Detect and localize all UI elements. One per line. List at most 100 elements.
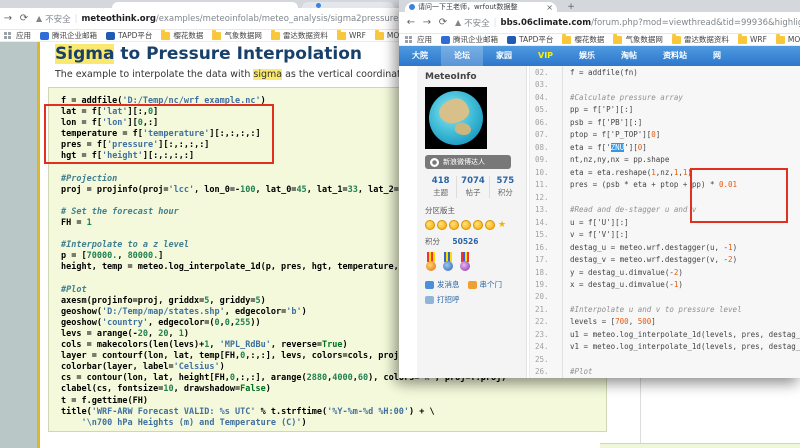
line-number: 16. [530, 243, 562, 255]
right-address-bar[interactable]: ▲ 不安全 | bbs.06climate.com /forum.php?mod… [455, 17, 800, 29]
left-bookmark-1[interactable]: 腾讯企业邮箱 [40, 30, 97, 41]
intro-pre: The example to interpolate the data with [55, 69, 253, 80]
right-toolbar: ← → ⟳ ▲ 不安全 | bbs.06climate.com /forum.p… [399, 12, 800, 34]
line-content: #Plot [562, 367, 800, 378]
bookmark-label: 樱花数据 [173, 30, 203, 41]
forum-code-line-25: 25. [530, 355, 800, 367]
ribbon-medals [425, 252, 518, 272]
author-sidebar: MeteoInfo 新浪微博达人 418主题7074帖子575积分 分区版主 ★… [417, 66, 527, 378]
right-active-tab[interactable]: 请问一下王老师，wrfout数据整 × [405, 2, 557, 12]
weibo-badge-label: 新浪微博达人 [443, 157, 485, 167]
stat-帖子[interactable]: 7074帖子 [457, 176, 489, 198]
forum-code-line-24: 24.v1 = meteo.log_interpolate_1d(levels,… [530, 342, 800, 354]
line-content: levels = [700, 500] [562, 317, 800, 329]
nav-item-2[interactable]: 家园 [483, 46, 525, 66]
line-content [562, 80, 800, 92]
nav-item-3[interactable]: VIP [525, 46, 566, 66]
back-icon[interactable]: ← [403, 17, 419, 28]
visit-home-link[interactable]: 串个门 [468, 279, 503, 290]
line-number: 03. [530, 80, 562, 92]
line-content: f = addfile(fn) [562, 68, 800, 80]
line-number: 06. [530, 118, 562, 130]
line-number: 17. [530, 255, 562, 267]
right-bookmark-4[interactable]: 气象数据网 [613, 34, 663, 45]
line-number: 13. [530, 205, 562, 217]
tab-close-icon[interactable]: × [546, 3, 553, 12]
line-number: 14. [530, 218, 562, 230]
right-bookmark-1[interactable]: 腾讯企业邮箱 [441, 34, 498, 45]
folder-icon [672, 36, 681, 44]
user-role: 分区版主 [425, 205, 518, 216]
nav-item-5[interactable]: 淘帖 [608, 46, 650, 66]
forum-code-line-23: 23.u1 = meteo.log_interpolate_1d(levels,… [530, 330, 800, 342]
bookmark-label: 雷达数据资料 [684, 34, 729, 45]
forum-code-line-07: 07.ptop = f['P_TOP'][0] [530, 130, 800, 142]
greet-link[interactable]: 打招呼 [425, 294, 460, 305]
stat-积分[interactable]: 575积分 [490, 176, 521, 198]
line-number: 08. [530, 143, 562, 155]
visit-home-label: 串个门 [480, 279, 503, 290]
page-title: Sigma to Pressure Interpolation [55, 44, 362, 64]
right-bookmark-7[interactable]: MODIS [776, 35, 800, 44]
line-content: ptop = f['P_TOP'][0] [562, 130, 800, 142]
title-highlight: Sigma [55, 44, 114, 64]
forward-icon[interactable]: → [0, 13, 16, 24]
score-value: 50526 [452, 237, 478, 246]
right-bookmark-6[interactable]: WRF [738, 35, 767, 44]
screen: → ⟳ ▲ 不安全 | meteothink.org /examples/met… [0, 0, 800, 448]
reload-icon[interactable]: ⟳ [435, 17, 451, 28]
smiley-medal-icon [425, 220, 435, 230]
grid-icon [405, 36, 414, 44]
line-content: psb = f['PB'][:] [562, 118, 800, 130]
nav-item-7[interactable]: 网 [700, 46, 734, 66]
tab-title: 请问一下王老师，wrfout数据整 [418, 2, 544, 12]
security-label: 不安全 [464, 17, 490, 29]
nav-item-1[interactable]: 论坛 [441, 46, 483, 66]
avatar[interactable] [425, 87, 487, 149]
reload-icon[interactable]: ⟳ [16, 13, 32, 24]
line-number: 15. [530, 230, 562, 242]
stat-主题[interactable]: 418主题 [425, 176, 457, 198]
left-bookmark-3[interactable]: 樱花数据 [161, 30, 203, 41]
bookmark-label: WRF [349, 31, 366, 40]
line-content [562, 355, 800, 367]
left-bookmark-5[interactable]: 雷达数据资料 [271, 30, 328, 41]
url-domain: meteothink.org [82, 14, 156, 24]
nav-item-0[interactable]: 大院 [399, 46, 441, 66]
right-bookmark-3[interactable]: 樱花数据 [562, 34, 604, 45]
line-number: 26. [530, 367, 562, 378]
forum-code-line-19: 19.x = destag_u.dimvalue(-1) [530, 280, 800, 292]
weibo-badge[interactable]: 新浪微博达人 [425, 155, 511, 169]
bookmark-label: 气象数据网 [625, 34, 663, 45]
line-content: eta = f['ZNU'][0] [562, 143, 800, 155]
right-bookmark-5[interactable]: 雷达数据资料 [672, 34, 729, 45]
forward-icon[interactable]: → [419, 17, 435, 28]
forum-code-line-03: 03. [530, 80, 800, 92]
left-bookmark-2[interactable]: TAPD平台 [106, 30, 152, 41]
security-warning-icon: ▲ [36, 14, 42, 23]
left-bookmark-4[interactable]: 气象数据网 [212, 30, 262, 41]
left-bookmark-0[interactable]: 应用 [4, 30, 31, 41]
red-annotation-box-left [44, 104, 274, 164]
content-column-divider [640, 378, 641, 444]
new-tab-button[interactable]: + [565, 2, 577, 12]
right-bookmark-0[interactable]: 应用 [405, 34, 432, 45]
code-line-27: clabel(cs, fontsize=10, drawshadow=False… [61, 384, 606, 395]
send-message-link[interactable]: 发消息 [425, 279, 460, 290]
folder-icon [161, 32, 170, 40]
left-bookmark-6[interactable]: WRF [337, 31, 366, 40]
line-content: y = destag_u.dimvalue(-2) [562, 268, 800, 280]
line-number: 12. [530, 193, 562, 205]
globe-land [454, 121, 473, 137]
grid-icon [4, 32, 13, 40]
username[interactable]: MeteoInfo [425, 72, 518, 82]
chip-separator: | [75, 14, 78, 24]
nav-item-4[interactable]: 娱乐 [566, 46, 608, 66]
nav-item-6[interactable]: 资料站 [650, 46, 700, 66]
bookmark-label: 樱花数据 [574, 34, 604, 45]
medal-icon [442, 252, 454, 272]
right-bookmark-2[interactable]: TAPD平台 [507, 34, 553, 45]
forum-content: MeteoInfo 新浪微博达人 418主题7074帖子575积分 分区版主 ★… [399, 66, 800, 378]
code-rows: 02.f = addfile(fn)03. 04.#Calculate pres… [530, 68, 800, 378]
folder-icon [613, 36, 622, 44]
